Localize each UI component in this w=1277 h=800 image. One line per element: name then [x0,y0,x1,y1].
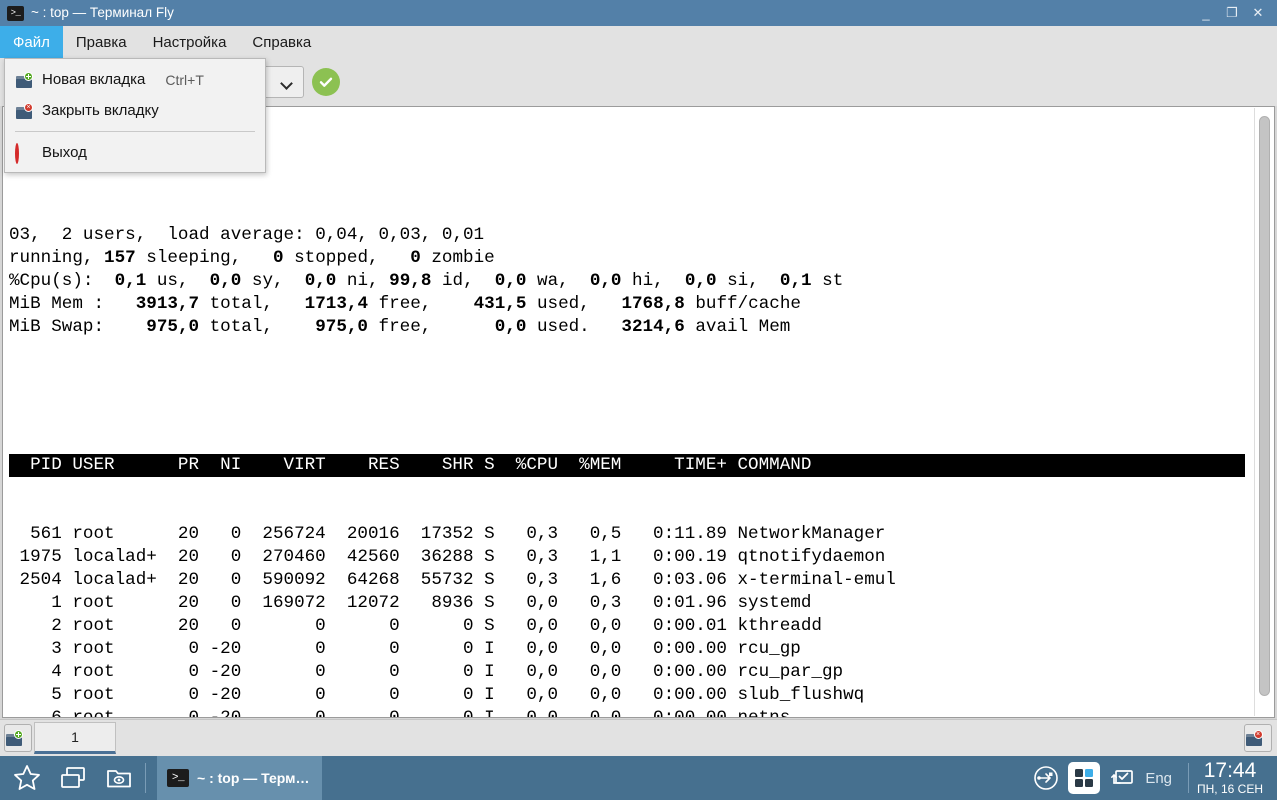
star-icon[interactable] [8,759,46,797]
menu-item-close-tab-label: Закрыть вкладку [42,102,159,119]
table-row: 6 root 0 -20 0 0 0 I 0,0 0,0 0:00.00 net… [9,708,791,718]
new-tab-button[interactable] [4,724,32,752]
tray-separator [1188,763,1190,793]
new-tab-icon [15,71,33,88]
taskbar-separator [145,763,146,793]
desktop-root: >_ ~ : top — Терминал Fly _ ❐ ✕ Файл Пра… [0,0,1277,800]
terminal-icon: >_ [167,769,189,787]
usb-icon[interactable] [1030,762,1062,794]
minimize-icon[interactable]: _ [1193,0,1219,26]
taskbar-window-label: ~ : top — Терм… [197,770,310,786]
menu-item-new-tab-label: Новая вкладка [42,71,146,88]
menubar: Файл Правка Настройка Справка [0,26,1277,58]
windows-icon[interactable] [54,759,92,797]
terminal-icon: >_ [7,5,24,21]
table-row: 1 root 20 0 169072 12072 8936 S 0,0 0,3 … [9,593,812,613]
close-tab-icon: × [15,102,33,119]
terminal-scrollbar[interactable] [1254,108,1273,716]
taskbar-window-terminal[interactable]: >_ ~ : top — Терм… [157,756,322,800]
terminal-line: MiB Swap: 975,0 total, 975,0 free, 0,0 u… [9,317,791,337]
table-row: 1975 localad+ 20 0 270460 42560 36288 S … [9,547,886,567]
terminal-line: running, 157 sleeping, 0 stopped, 0 zomb… [9,248,495,268]
terminal-view[interactable]: 03, 2 users, load average: 0,04, 0,03, 0… [2,106,1275,718]
terminal-line: MiB Mem : 3913,7 total, 1713,4 free, 431… [9,294,801,314]
system-tray: Eng 17:44 ПН, 16 СЕН [1027,756,1277,800]
menu-edit[interactable]: Правка [63,26,140,58]
close-icon[interactable]: ✕ [1245,0,1271,26]
chevron-down-icon [282,79,293,86]
window-controls: _ ❐ ✕ [1193,0,1277,26]
menu-item-quit[interactable]: Выход [5,137,265,168]
table-row: 3 root 0 -20 0 0 0 I 0,0 0,0 0:00.00 rcu… [9,639,801,659]
new-tab-icon [5,730,23,746]
scrollbar-thumb[interactable] [1259,116,1270,696]
grid-apps-icon[interactable] [1068,762,1101,794]
menu-settings[interactable]: Настройка [140,26,240,58]
window-title: ~ : top — Терминал Fly [31,5,174,20]
menu-item-quit-label: Выход [42,144,87,161]
terminal-summary: 03, 2 users, load average: 0,04, 0,03, 0… [9,224,1252,339]
display-check-icon[interactable] [1106,762,1138,794]
power-icon [15,142,33,164]
table-row: 5 root 0 -20 0 0 0 I 0,0 0,0 0:00.00 slu… [9,685,865,705]
window-titlebar: >_ ~ : top — Терминал Fly _ ❐ ✕ [0,0,1277,26]
terminal-line: %Cpu(s): 0,1 us, 0,0 sy, 0,0 ni, 99,8 id… [9,271,844,291]
keyboard-layout-indicator[interactable]: Eng [1145,770,1172,787]
terminal-tab-1[interactable]: 1 [34,722,116,754]
menu-separator [15,131,255,132]
process-table-body: 561 root 20 0 256724 20016 17352 S 0,3 0… [9,523,1252,718]
system-taskbar: >_ ~ : top — Терм… Eng 17:44 ПН, 16 СЕН [0,756,1277,800]
menu-item-new-tab[interactable]: Новая вкладка Ctrl+T [5,64,265,95]
clock-time: 17:44 [1203,759,1257,782]
process-table-header: PID USER PR NI VIRT RES SHR S %CPU %MEM … [9,454,1245,477]
check-circle-icon[interactable] [312,68,340,96]
clock-date: ПН, 16 СЕН [1197,782,1263,796]
close-tab-button[interactable]: × [1244,724,1272,752]
terminal-text: 03, 2 users, load average: 0,04, 0,03, 0… [9,109,1252,717]
terminal-tabbar: 1 × [0,719,1277,756]
menu-file[interactable]: Файл [0,26,63,58]
table-row: 4 root 0 -20 0 0 0 I 0,0 0,0 0:00.00 rcu… [9,662,844,682]
terminal-line: 03, 2 users, load average: 0,04, 0,03, 0… [9,225,485,245]
restore-icon[interactable]: ❐ [1219,0,1245,26]
table-row: 2504 localad+ 20 0 590092 64268 55732 S … [9,570,896,590]
terminal-spacer [9,385,1252,408]
menu-item-new-tab-accel: Ctrl+T [165,71,204,88]
close-tab-icon: × [1245,730,1263,746]
clock[interactable]: 17:44 ПН, 16 СЕН [1197,759,1267,797]
menu-item-close-tab[interactable]: × Закрыть вкладку [5,95,265,126]
table-row: 561 root 20 0 256724 20016 17352 S 0,3 0… [9,524,886,544]
file-menu-dropdown: Новая вкладка Ctrl+T × Закрыть вкладку В… [4,58,266,173]
folder-eye-icon[interactable] [100,759,138,797]
table-row: 2 root 20 0 0 0 0 S 0,0 0,0 0:00.01 kthr… [9,616,822,636]
menu-help[interactable]: Справка [239,26,324,58]
